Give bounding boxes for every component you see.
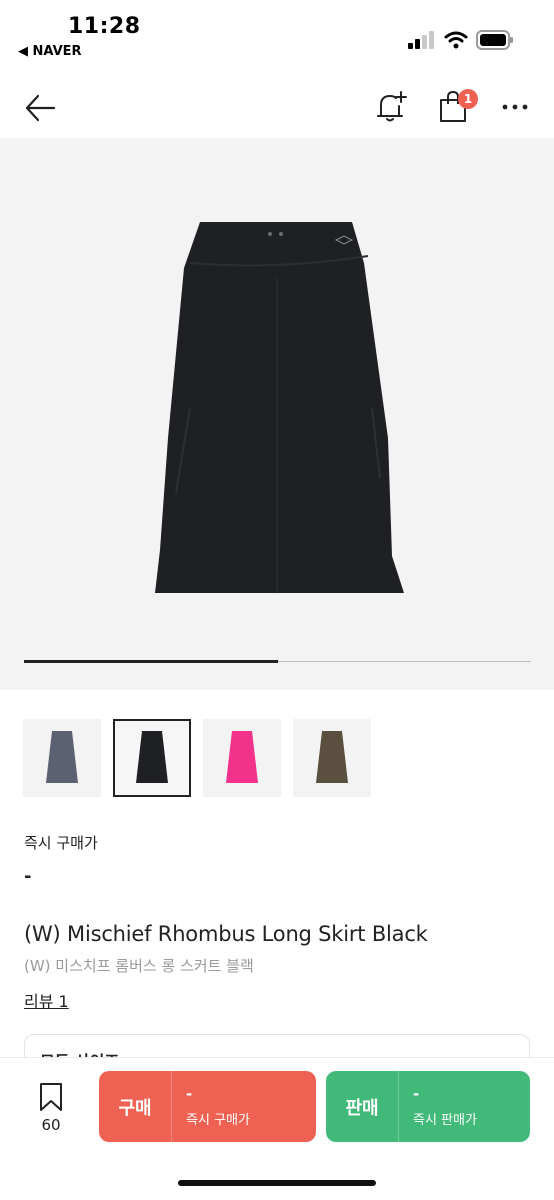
wifi-icon: [444, 31, 468, 49]
gallery-progress-fill: [24, 660, 278, 663]
sell-button-sublabel: 즉시 판매가: [413, 1113, 477, 1128]
skirt-image: [155, 222, 404, 593]
notification-add-button[interactable]: [372, 88, 410, 126]
bookmark-count: 60: [41, 1116, 61, 1134]
color-thumbnails: [23, 719, 371, 797]
skirt-thumbnail-image: [226, 731, 258, 783]
bookmark-button[interactable]: 60: [34, 1082, 68, 1134]
status-icons: [408, 30, 514, 50]
buy-button-sublabel: 즉시 구매가: [186, 1113, 250, 1128]
thumbnail-black[interactable]: [113, 719, 191, 797]
instant-buy-label: 즉시 구매가: [24, 834, 98, 852]
bell-plus-icon: [377, 91, 407, 122]
back-to-app-link[interactable]: ◀ NAVER: [18, 44, 82, 59]
skirt-thumbnail-image: [136, 731, 168, 783]
skirt-thumbnail-image: [316, 731, 348, 783]
battery-icon: [476, 30, 513, 50]
thumbnail-khaki[interactable]: [293, 719, 371, 797]
buy-button[interactable]: 구매 - 즉시 구매가: [99, 1071, 316, 1142]
arrow-left-icon: [25, 94, 56, 122]
cart-count-badge: 1: [458, 89, 478, 109]
product-title: (W) Mischief Rhombus Long Skirt Black: [24, 922, 428, 946]
more-dots-icon: [502, 104, 528, 110]
instant-buy-price: -: [24, 866, 32, 887]
product-image-area[interactable]: [0, 138, 554, 690]
sell-button-label: 판매: [345, 1097, 379, 1119]
review-link[interactable]: 리뷰 1: [24, 988, 69, 1012]
product-title-korean: (W) 미스치프 롬버스 롱 스커트 블랙: [24, 957, 254, 975]
signal-icon: [408, 31, 434, 49]
bookmark-icon: [40, 1083, 62, 1111]
thumbnail-pink[interactable]: [203, 719, 281, 797]
more-button[interactable]: [498, 94, 532, 120]
thumbnail-gray[interactable]: [23, 719, 101, 797]
sell-button[interactable]: 판매 - 즉시 판매가: [326, 1071, 530, 1142]
sell-button-price: -: [413, 1085, 420, 1103]
skirt-thumbnail-image: [46, 731, 78, 783]
buy-button-price: -: [186, 1085, 193, 1103]
home-indicator: [178, 1180, 376, 1186]
back-button[interactable]: [22, 90, 58, 126]
buy-button-label: 구매: [118, 1097, 152, 1119]
status-time: 11:28: [68, 14, 141, 39]
